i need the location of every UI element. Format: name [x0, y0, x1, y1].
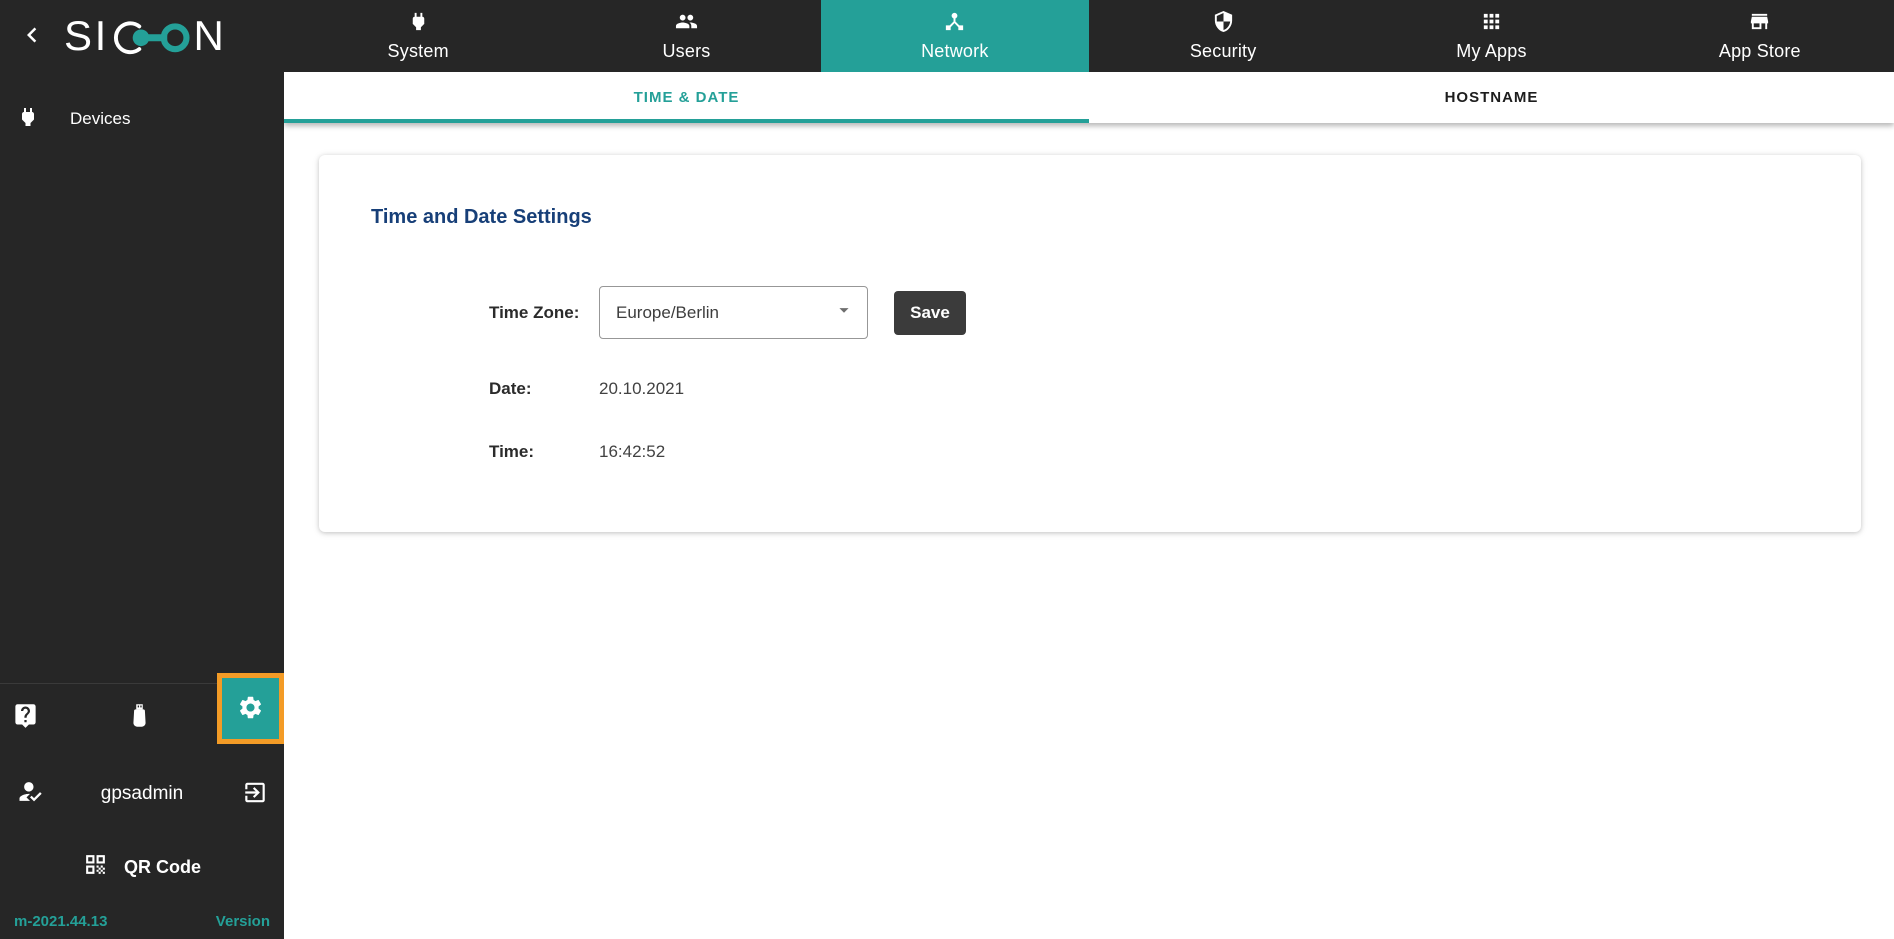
tab-label: Security: [1189, 41, 1257, 61]
apps-grid-icon: [1480, 10, 1503, 38]
timezone-select[interactable]: Europe/Berlin: [599, 286, 868, 339]
chevron-left-icon: [17, 20, 47, 53]
gear-icon: [237, 694, 264, 724]
qr-code-button[interactable]: QR Code: [0, 844, 284, 890]
app-window: SI N Devices gpsadmin QR Code m-2021.44.…: [0, 0, 1894, 939]
date-row: Date: 20.10.2021: [489, 379, 684, 399]
svg-text:N: N: [194, 12, 224, 59]
sidebar-item-devices[interactable]: Devices: [0, 96, 284, 142]
logout-button[interactable]: [242, 780, 268, 809]
exit-icon: [242, 782, 268, 809]
sub-tab-bar: TIME & DATE HOSTNAME: [284, 72, 1894, 123]
date-label: Date:: [489, 379, 532, 398]
tab-label: App Store: [1718, 41, 1801, 61]
plug-icon: [407, 10, 430, 38]
tab-label: System: [387, 41, 449, 61]
sicon-logo: SI N: [64, 11, 232, 61]
tab-users[interactable]: Users: [552, 0, 820, 72]
timezone-row: Time Zone: Europe/Berlin Save: [489, 286, 966, 339]
tab-security[interactable]: Security: [1089, 0, 1357, 72]
timezone-selected-value: Europe/Berlin: [616, 302, 720, 322]
tab-hostname[interactable]: HOSTNAME: [1089, 72, 1894, 123]
timezone-label: Time Zone:: [489, 302, 580, 322]
help-bubble-icon: [12, 702, 39, 732]
time-label: Time:: [489, 442, 535, 461]
version-row: m-2021.44.13 Version: [14, 913, 270, 930]
time-date-settings-card: Time and Date Settings Time Zone: Europe…: [319, 155, 1861, 532]
tab-label: Network: [921, 41, 989, 61]
sidebar-tools: [0, 673, 284, 749]
version-value: m-2021.44.13: [14, 913, 108, 930]
tab-system[interactable]: System: [284, 0, 552, 72]
sidebar-header: SI N: [0, 0, 284, 72]
tab-label: My Apps: [1456, 41, 1527, 61]
tab-app-store[interactable]: App Store: [1626, 0, 1894, 72]
help-button[interactable]: [12, 702, 39, 732]
tab-network[interactable]: Network: [820, 0, 1089, 72]
sidebar-item-label: Devices: [70, 109, 131, 128]
back-button[interactable]: [10, 14, 54, 58]
user-row: gpsadmin: [0, 768, 284, 820]
storefront-icon: [1748, 10, 1771, 38]
date-value: 20.10.2021: [599, 379, 685, 398]
subtab-label: HOSTNAME: [1444, 89, 1539, 106]
svg-text:SI: SI: [64, 12, 109, 59]
usb-stick-icon: [126, 702, 153, 732]
device-hub-icon: [943, 10, 966, 38]
shield-icon: [1212, 10, 1235, 38]
time-row: Time: 16:42:52: [489, 442, 665, 462]
sidebar: SI N Devices gpsadmin QR Code m-2021.44.…: [0, 0, 284, 939]
card-title: Time and Date Settings: [371, 206, 592, 228]
qr-code-label: QR Code: [123, 856, 201, 877]
usb-status-button[interactable]: [126, 702, 153, 732]
top-navigation: System Users Network Security My Apps Ap…: [284, 0, 1894, 72]
time-value: 16:42:52: [599, 442, 666, 461]
tab-label: Users: [662, 41, 711, 61]
version-label: Version: [215, 913, 270, 930]
subtab-label: TIME & DATE: [633, 89, 740, 106]
save-button[interactable]: Save: [894, 290, 966, 335]
people-icon: [675, 10, 698, 38]
qr-code-icon: [83, 852, 108, 882]
tab-my-apps[interactable]: My Apps: [1357, 0, 1625, 72]
plug-icon: [16, 105, 40, 134]
main-content: Time and Date Settings Time Zone: Europe…: [284, 123, 1894, 939]
tab-time-and-date[interactable]: TIME & DATE: [284, 72, 1089, 123]
settings-button[interactable]: [217, 673, 284, 744]
chevron-down-icon: [833, 299, 855, 326]
